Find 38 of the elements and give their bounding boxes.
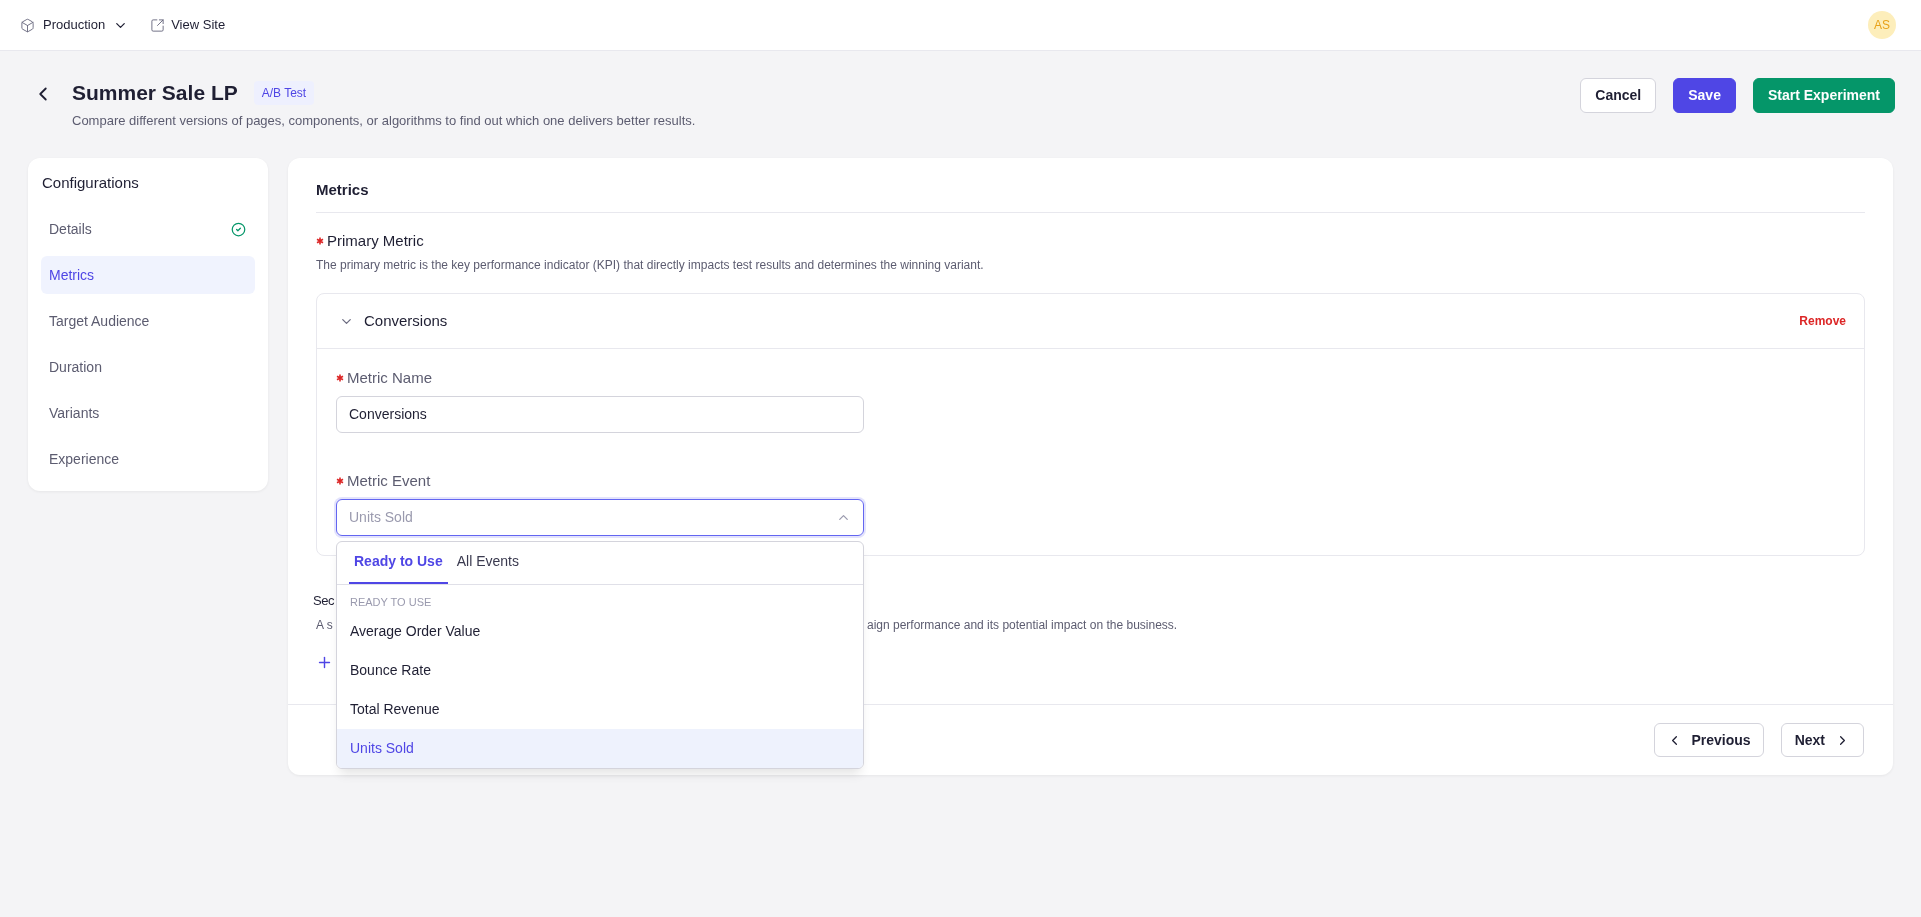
page-title: Summer Sale LP — [72, 80, 238, 107]
field-label: Metric Event — [347, 471, 431, 491]
sidebar-title: Configurations — [41, 173, 140, 193]
environment-dropdown[interactable]: Production — [20, 15, 129, 35]
sidebar-item[interactable]: Target Audience — [41, 302, 255, 340]
external-link-icon — [150, 17, 166, 33]
page-description: Compare different versions of pages, components, or algorithms to find out which one delivers better results. — [72, 112, 697, 130]
section-title: Metrics — [316, 180, 370, 200]
box-icon — [20, 17, 35, 33]
dropdown-tab[interactable]: Ready to Use — [349, 542, 448, 584]
remove-link[interactable]: Remove — [1799, 312, 1846, 330]
group-heading: READY TO USE — [349, 594, 433, 610]
sidebar-item[interactable]: Details — [41, 210, 255, 248]
sidebar-item[interactable]: Metrics — [41, 256, 255, 294]
add-icon[interactable] — [316, 654, 333, 671]
sidebar-item[interactable]: Variants — [41, 394, 255, 432]
metric-title: Conversions — [364, 310, 449, 331]
previous-button[interactable]: Previous — [1653, 723, 1764, 757]
field-label: Primary Metric — [327, 231, 424, 251]
dropdown-option[interactable]: Units Sold — [337, 729, 863, 768]
dropdown-tab[interactable]: All Events — [451, 542, 524, 584]
action-button[interactable]: Save — [1673, 78, 1736, 113]
test-type-tag: A/B Test — [253, 81, 315, 105]
next-button[interactable]: Next — [1780, 723, 1864, 757]
dropdown-option[interactable]: Total Revenue — [337, 690, 863, 729]
action-button[interactable]: Cancel — [1580, 78, 1657, 113]
view-site-link[interactable]: View Site — [150, 15, 226, 35]
field-description: aign performance and its potential impact on the business. — [867, 617, 1178, 634]
dropdown-option[interactable]: Average Order Value — [337, 612, 863, 651]
section-title: Sec — [313, 592, 334, 610]
metric-name-field[interactable]: Conversions — [336, 396, 864, 433]
field-description: The primary metric is the key performance indicator (KPI) that directly impacts test results and determines the winning variant. — [316, 257, 985, 274]
sidebar-item[interactable]: Duration — [41, 348, 255, 386]
field-label: Metric Name — [347, 368, 432, 388]
action-button[interactable]: Start Experiment — [1752, 78, 1895, 113]
sidebar-item[interactable]: Experience — [41, 440, 255, 478]
field-description: A s — [316, 617, 334, 634]
dropdown-option[interactable]: Bounce Rate — [337, 651, 863, 690]
